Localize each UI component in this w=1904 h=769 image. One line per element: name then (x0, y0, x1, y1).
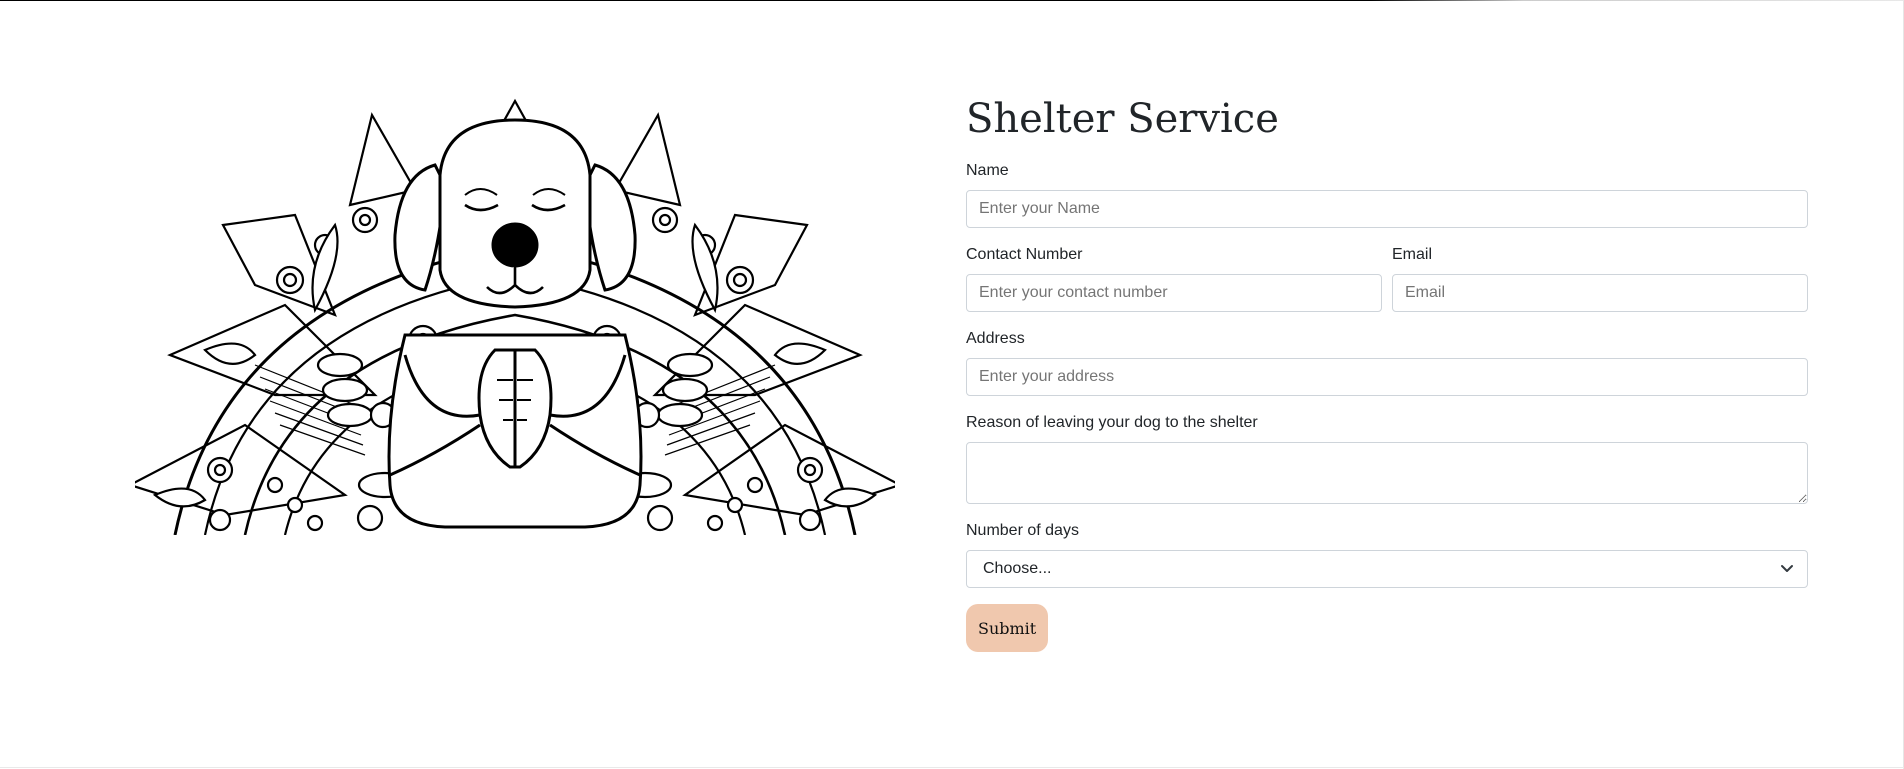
email-label: Email (1392, 246, 1433, 263)
contact-number-input[interactable] (966, 274, 1382, 312)
address-group: Address (966, 328, 1808, 396)
reason-group: Reason of leaving your dog to the shelte… (966, 412, 1808, 504)
address-label: Address (966, 330, 1025, 347)
contact-group: Contact Number (966, 244, 1382, 312)
number-of-days-select[interactable]: Choose... (966, 550, 1808, 588)
days-label: Number of days (966, 522, 1079, 539)
contact-email-row: Contact Number Email (966, 244, 1808, 312)
reason-label: Reason of leaving your dog to the shelte… (966, 414, 1258, 431)
chevron-down-icon (1781, 565, 1793, 572)
contact-label: Contact Number (966, 246, 1083, 263)
submit-button[interactable]: Submit (966, 604, 1049, 652)
name-label: Name (966, 162, 1009, 179)
shelter-form: Shelter Service Name Contact Number Emai… (966, 90, 1808, 652)
bottom-divider (0, 767, 1904, 768)
email-input[interactable] (1392, 274, 1808, 312)
top-divider (0, 0, 1904, 1)
dog-figure (387, 118, 643, 529)
days-selected-value: Choose... (983, 560, 1052, 577)
page-title: Shelter Service (966, 96, 1279, 142)
name-input[interactable] (966, 190, 1808, 228)
name-group: Name (966, 160, 1808, 228)
days-group: Number of days Choose... (966, 520, 1808, 588)
address-input[interactable] (966, 358, 1808, 396)
reason-textarea[interactable] (966, 442, 1808, 504)
email-group: Email (1392, 244, 1808, 312)
meditating-dog-illustration (135, 95, 895, 535)
